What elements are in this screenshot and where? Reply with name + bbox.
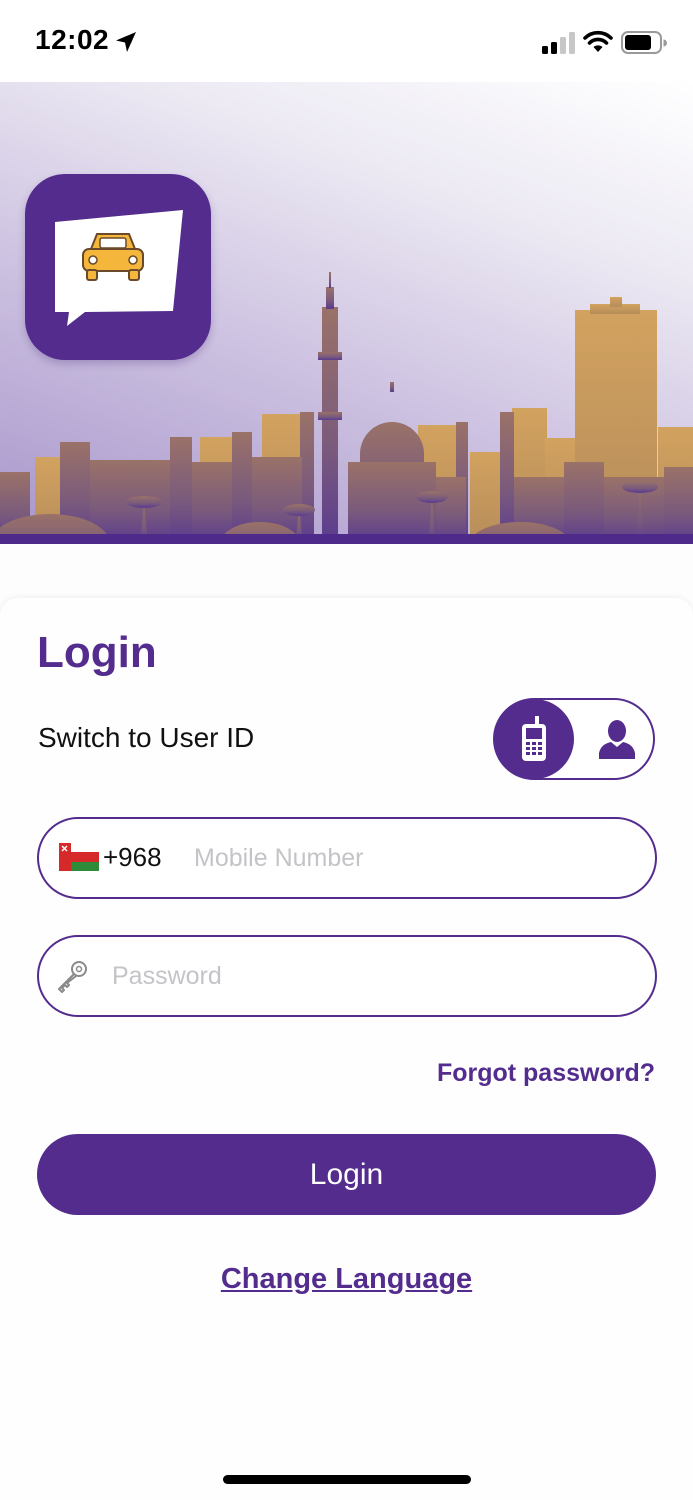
- status-bar: 12:02: [0, 0, 693, 82]
- page-title: Login: [37, 628, 157, 677]
- login-screen: 12:02 Login Switch to User ID +968 Mobil…: [0, 0, 693, 1500]
- wifi-icon: [583, 30, 613, 52]
- app-logo: [25, 174, 211, 360]
- home-indicator[interactable]: [223, 1475, 471, 1484]
- change-language-link[interactable]: Change Language: [0, 1263, 693, 1296]
- switch-to-user-id-label[interactable]: Switch to User ID: [38, 722, 254, 754]
- cellular-signal-icon: [542, 32, 575, 54]
- forgot-password-link[interactable]: Forgot password?: [437, 1059, 655, 1088]
- oman-flag-icon: [59, 843, 99, 871]
- password-field[interactable]: [37, 935, 657, 1017]
- status-time: 12:02: [35, 24, 110, 55]
- car-in-chat-bubble-icon: [55, 210, 183, 326]
- toggle-user-option[interactable]: [579, 700, 653, 778]
- mobile-number-field[interactable]: +968: [37, 817, 657, 899]
- location-arrow-icon: [116, 32, 136, 52]
- battery-icon: [621, 31, 667, 54]
- password-input[interactable]: [112, 951, 622, 1001]
- key-icon: [58, 961, 87, 993]
- hero-banner: [0, 82, 693, 544]
- mobile-number-input[interactable]: [194, 833, 624, 883]
- user-icon: [599, 720, 635, 759]
- toggle-mobile-option[interactable]: [494, 699, 574, 779]
- country-code[interactable]: +968: [103, 842, 162, 873]
- login-button[interactable]: Login: [37, 1134, 656, 1215]
- login-mode-toggle[interactable]: [493, 698, 655, 780]
- mobile-phone-icon: [522, 716, 546, 761]
